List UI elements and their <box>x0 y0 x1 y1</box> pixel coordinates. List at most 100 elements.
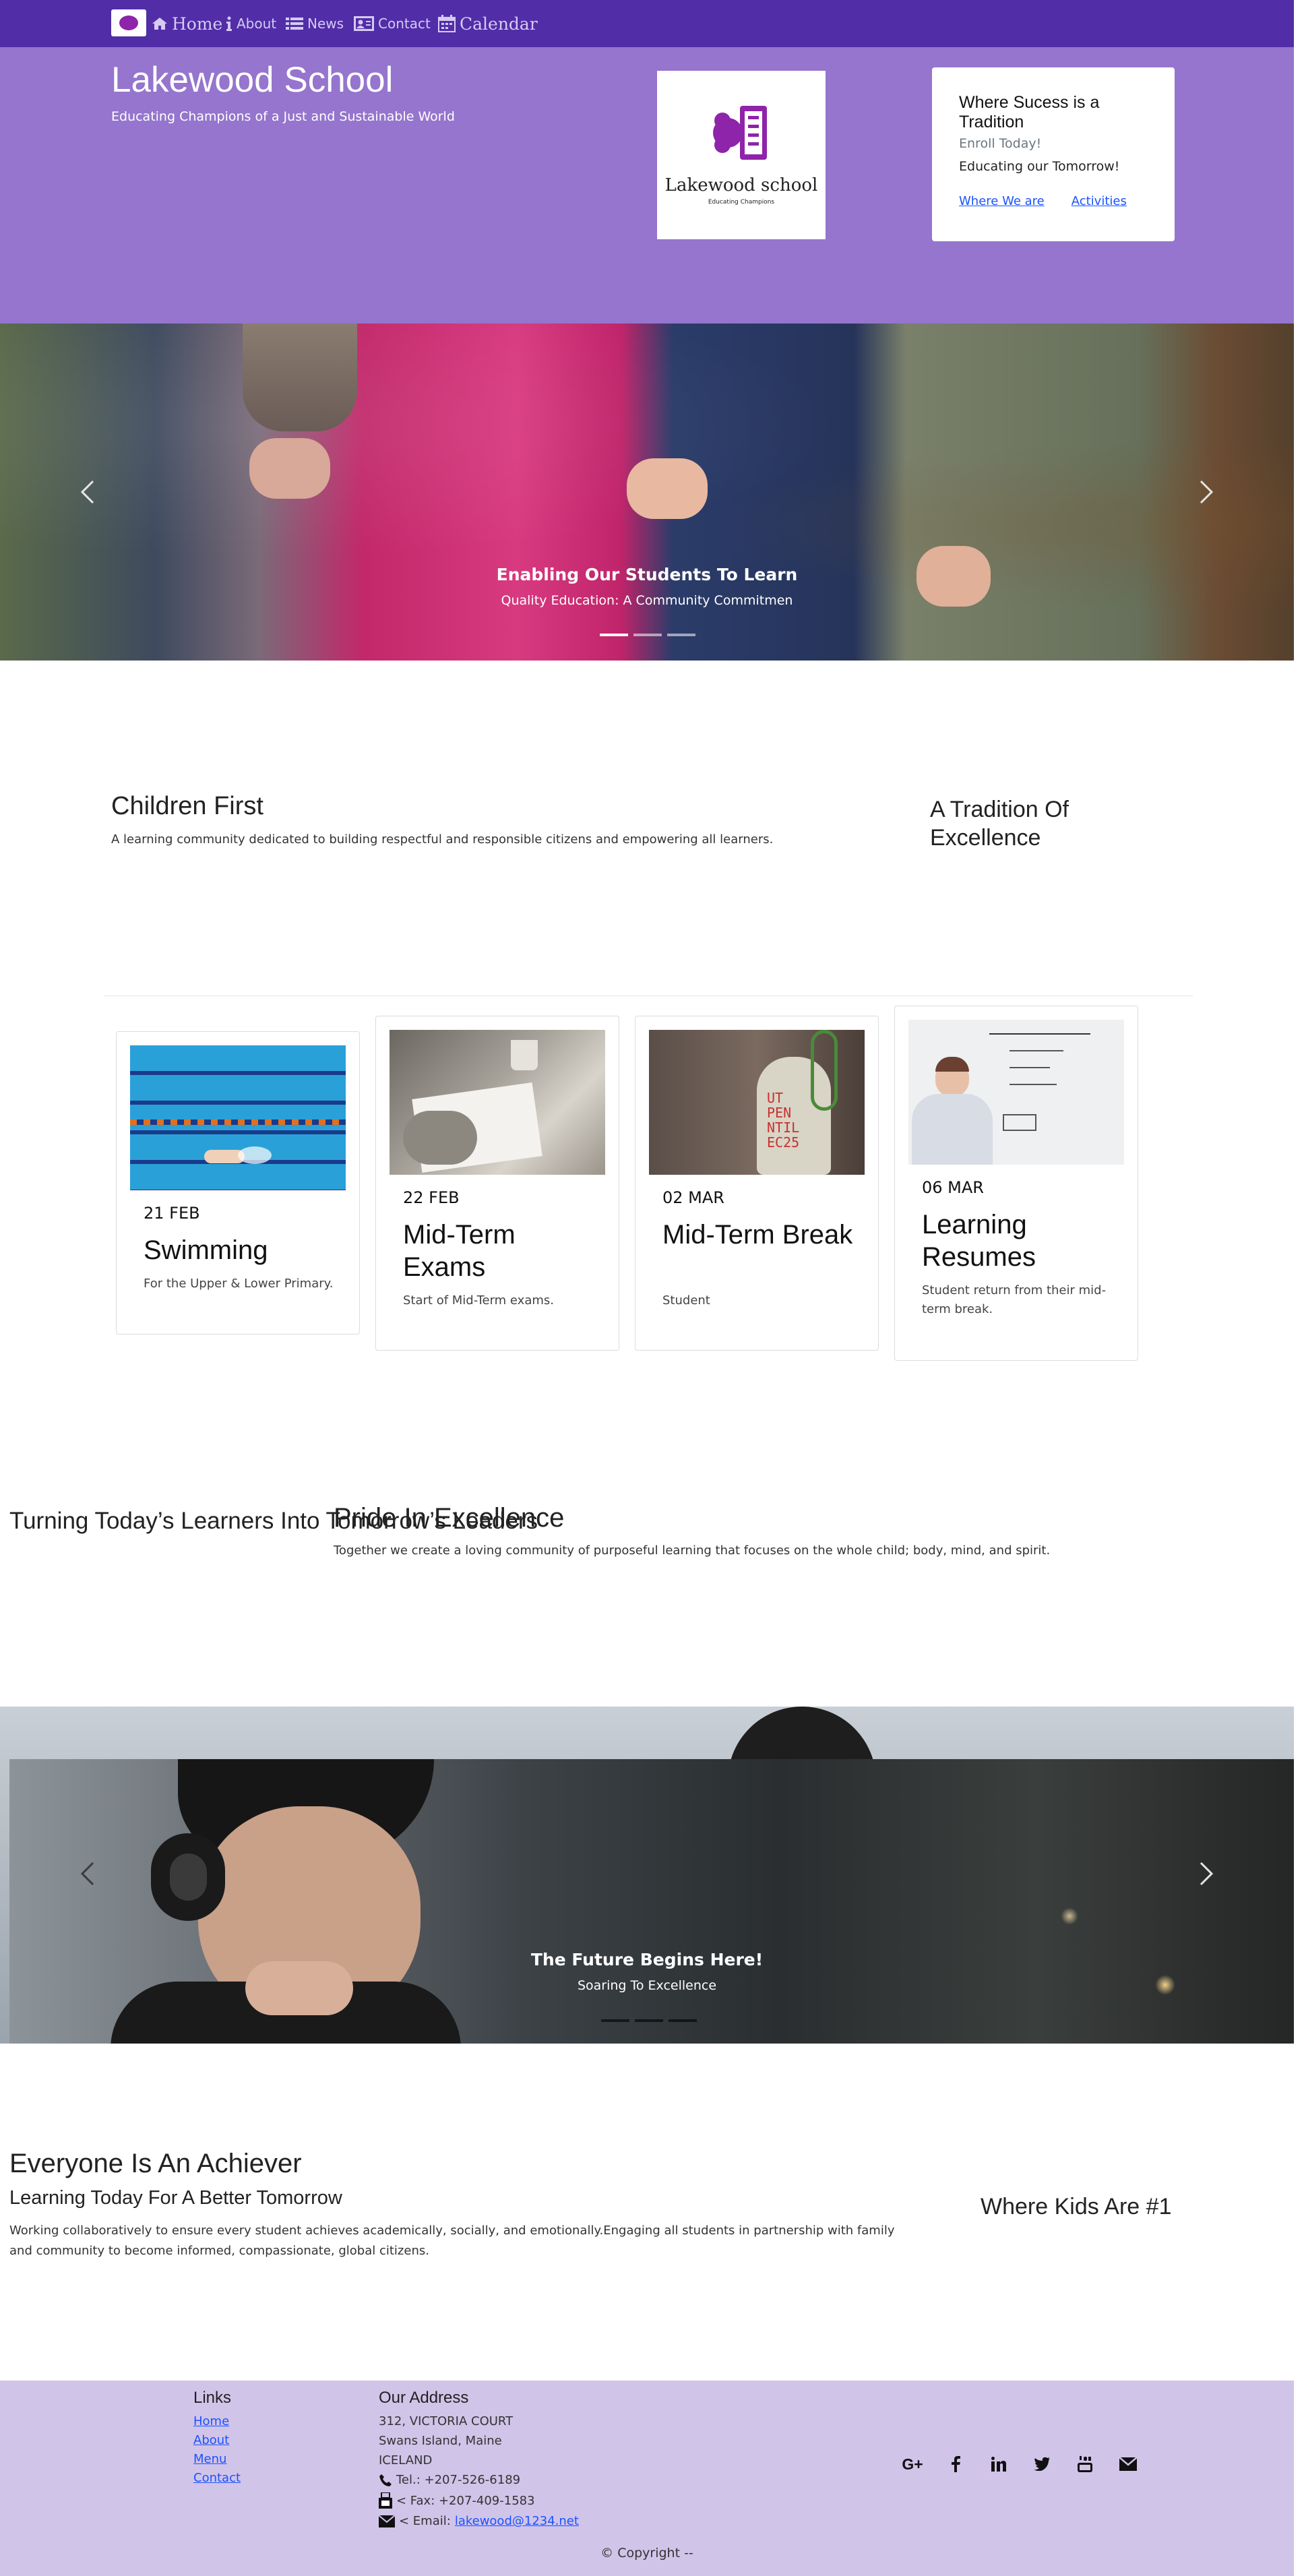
list-icon <box>286 18 303 30</box>
nav-news[interactable]: News <box>286 12 344 35</box>
chevron-right-icon <box>1200 480 1214 504</box>
twitter-icon[interactable] <box>1031 2453 1053 2475</box>
chevron-right-icon <box>1200 1862 1214 1886</box>
carousel-indicator[interactable] <box>635 2019 663 2022</box>
nav-contact-label: Contact <box>378 16 431 32</box>
footer-links-heading: Links <box>193 2389 232 2407</box>
carousel-indicator[interactable] <box>667 634 695 636</box>
carousel-next-button[interactable] <box>1193 472 1220 512</box>
nav-calendar[interactable]: Calendar <box>438 12 538 35</box>
address-line: ICELAND <box>379 2453 433 2467</box>
swimming-image <box>130 1045 346 1190</box>
carousel-caption-title: Enabling Our Students To Learn <box>496 565 798 584</box>
footer-address-heading: Our Address <box>379 2389 469 2407</box>
fax-icon <box>379 2492 392 2509</box>
footer-link-about[interactable]: About <box>193 2433 241 2447</box>
fax-text: < Fax: +207-409-1583 <box>396 2493 535 2508</box>
school-logo: Lakewood school Educating Champions <box>657 71 826 239</box>
footer-address: 312, VICTORIA COURT Swans Island, Maine … <box>379 2414 579 2528</box>
children-first-heading: Children First <box>111 792 263 820</box>
footer-link-contact[interactable]: Contact <box>193 2471 241 2485</box>
activities-link[interactable]: Activities <box>1072 194 1127 208</box>
divider <box>104 995 1193 996</box>
event-card[interactable]: 06 MAR Learning Resumes Student return f… <box>894 1006 1138 1361</box>
chevron-left-icon <box>80 1862 94 1886</box>
nav-about-label: About <box>237 16 277 32</box>
achiever-heading: Everyone Is An Achiever <box>9 2149 302 2178</box>
carousel-caption-subtitle: Quality Education: A Community Commitmen <box>501 593 793 608</box>
nav-home[interactable]: Home <box>152 12 222 35</box>
nav-contact[interactable]: Contact <box>354 12 431 35</box>
youtube-icon[interactable] <box>1074 2453 1096 2475</box>
nav-logo[interactable] <box>111 9 146 36</box>
header-banner: Lakewood School Educating Champions of a… <box>0 47 1294 324</box>
footer-link-menu[interactable]: Menu <box>193 2452 241 2466</box>
logo-school-name: Lakewood school <box>664 175 818 195</box>
google-plus-icon[interactable]: G+ <box>902 2453 923 2475</box>
carousel-image <box>111 1759 461 2044</box>
footer: Links Home About Menu Contact Our Addres… <box>0 2381 1294 2576</box>
navbar: Home About News Contact Calendar <box>0 0 1294 47</box>
event-card[interactable]: 21 FEB Swimming For the Upper & Lower Pr… <box>116 1031 360 1335</box>
carousel-indicator[interactable] <box>600 634 628 636</box>
pride-text: Together we create a loving community of… <box>334 1543 1051 1558</box>
tradition-card-title: Where Sucess is a Tradition <box>959 93 1100 131</box>
carousel-caption-title: The Future Begins Here! <box>530 1950 764 1969</box>
nav-calendar-label: Calendar <box>460 13 538 34</box>
facebook-icon[interactable] <box>945 2453 966 2475</box>
carousel-prev-button[interactable] <box>74 472 101 512</box>
email-link[interactable]: lakewood@1234.net <box>455 2514 579 2528</box>
address-line: Swans Island, Maine <box>379 2434 502 2448</box>
phone-text: Tel.: +207-526-6189 <box>396 2473 521 2487</box>
event-date: 21 FEB <box>144 1204 200 1223</box>
envelope-icon <box>379 2515 395 2527</box>
nav-about[interactable]: About <box>226 12 276 35</box>
event-description: Start of Mid-Term exams. <box>403 1293 554 1308</box>
linkedin-icon[interactable] <box>988 2453 1010 2475</box>
where-we-are-link[interactable]: Where We are <box>959 194 1045 208</box>
footer-links: Home About Menu Contact <box>193 2414 241 2485</box>
carousel-indicators <box>601 2019 697 2022</box>
email-row: < Email: lakewood@1234.net <box>379 2514 579 2528</box>
student-carousel: The Future Begins Here! Soaring To Excel… <box>9 1759 1294 2044</box>
copyright: © Copyright -- <box>600 2546 693 2560</box>
where-kids-heading: Where Kids Are #1 <box>981 2194 1172 2219</box>
achiever-text: Working collaboratively to ensure every … <box>9 2224 895 2258</box>
logo-tagline: Educating Champions <box>708 199 775 206</box>
event-title: Mid-Term Exams <box>403 1220 516 1282</box>
carousel-next-button[interactable] <box>1193 1853 1220 1894</box>
school-subtitle: Educating Champions of a Just and Sustai… <box>111 109 455 124</box>
nav-news-label: News <box>307 16 344 32</box>
social-links: G+ <box>902 2453 1139 2475</box>
hero-carousel: Enabling Our Students To Learn Quality E… <box>0 324 1294 661</box>
event-title: Swimming <box>144 1235 268 1265</box>
phone-row: Tel.: +207-526-6189 <box>379 2473 579 2487</box>
carousel-indicators <box>600 634 695 636</box>
exam-image <box>390 1030 605 1175</box>
enroll-text: Enroll Today! <box>959 136 1042 151</box>
info-icon <box>226 16 232 31</box>
calendar-icon <box>438 15 456 32</box>
event-title: Mid-Term Break <box>662 1220 853 1250</box>
envelope-icon[interactable] <box>1117 2453 1139 2475</box>
event-title: Learning Resumes <box>922 1210 1036 1272</box>
carousel-indicator[interactable] <box>601 2019 629 2022</box>
event-description: For the Upper & Lower Primary. <box>144 1277 334 1291</box>
carousel-indicator[interactable] <box>669 2019 697 2022</box>
carousel-indicator[interactable] <box>633 634 662 636</box>
learning-today-heading: Learning Today For A Better Tomorrow <box>9 2187 342 2209</box>
footer-link-home[interactable]: Home <box>193 2414 241 2428</box>
email-label: < Email: <box>399 2514 451 2528</box>
event-description: Student <box>662 1293 710 1308</box>
event-date: 22 FEB <box>403 1188 460 1207</box>
carousel-prev-button[interactable] <box>74 1853 101 1894</box>
pride-heading: Pride In Excellence <box>334 1503 565 1533</box>
nav-home-label: Home <box>172 13 223 34</box>
event-date: 02 MAR <box>662 1188 724 1207</box>
event-card[interactable]: UT PEN NTIL EC25 02 MAR Mid-Term Break Stud… <box>635 1016 879 1351</box>
tradition-heading: A Tradition Of Excellence <box>930 797 1069 851</box>
carousel-caption-subtitle: Soaring To Excellence <box>577 1978 717 1993</box>
event-date: 06 MAR <box>922 1178 984 1197</box>
home-icon <box>152 18 167 30</box>
event-card[interactable]: 22 FEB Mid-Term Exams Start of Mid-Term … <box>375 1016 619 1351</box>
